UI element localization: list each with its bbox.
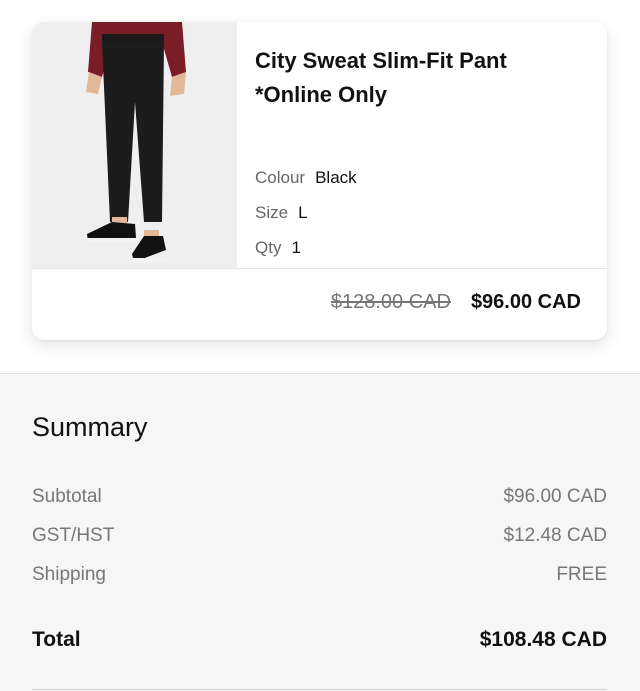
total-row: Total $108.48 CAD — [32, 628, 607, 652]
product-photo-illustration — [32, 22, 237, 268]
tax-label: GST/HST — [32, 525, 115, 546]
colour-label: Colour — [255, 168, 306, 187]
total-value: $108.48 CAD — [479, 628, 607, 651]
colour-value: Black — [315, 168, 357, 187]
tax-value: $12.48 CAD — [503, 525, 607, 546]
shipping-value: FREE — [556, 564, 607, 585]
shipping-row: Shipping FREE — [32, 564, 607, 586]
product-image[interactable] — [32, 22, 237, 268]
cart-item-card: City Sweat Slim-Fit Pant *Online Only Co… — [32, 22, 607, 340]
total-label: Total — [32, 628, 81, 651]
original-price: $128.00 CAD — [330, 291, 451, 313]
size-attribute: Size L — [255, 203, 308, 223]
product-info: City Sweat Slim-Fit Pant *Online Only Co… — [255, 44, 587, 257]
sale-price: $96.00 CAD — [470, 291, 581, 313]
card-divider — [32, 268, 607, 269]
colour-attribute: Colour Black — [255, 168, 357, 188]
shipping-label: Shipping — [32, 564, 106, 585]
qty-value: 1 — [291, 238, 301, 257]
subtotal-row: Subtotal $96.00 CAD — [32, 486, 607, 508]
qty-label: Qty — [255, 238, 282, 257]
subtotal-label: Subtotal — [32, 486, 102, 507]
order-summary: Summary Subtotal $96.00 CAD GST/HST $12.… — [0, 373, 640, 691]
subtotal-value: $96.00 CAD — [503, 486, 607, 507]
size-label: Size — [255, 203, 289, 222]
price-row: $128.00 CAD $96.00 CAD — [331, 291, 581, 314]
qty-attribute: Qty 1 — [255, 238, 301, 258]
summary-title: Summary — [32, 412, 148, 442]
size-value: L — [298, 203, 308, 222]
product-name[interactable]: City Sweat Slim-Fit Pant *Online Only — [255, 44, 587, 112]
tax-row: GST/HST $12.48 CAD — [32, 525, 607, 547]
